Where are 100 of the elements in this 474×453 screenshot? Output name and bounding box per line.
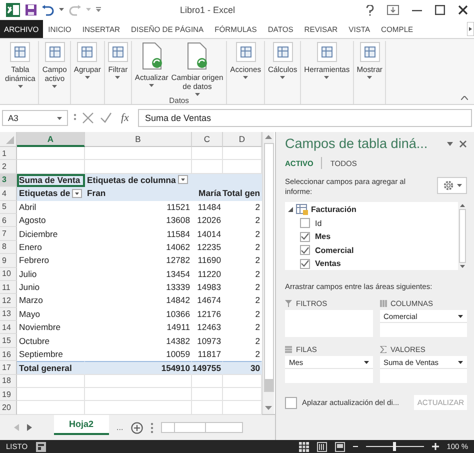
row-header[interactable]: 13 bbox=[0, 308, 17, 322]
expander-icon[interactable] bbox=[288, 207, 293, 212]
table-cell: 11484 bbox=[192, 200, 223, 214]
row-header[interactable]: 11 bbox=[0, 280, 17, 294]
checkbox[interactable] bbox=[300, 218, 310, 228]
normal-view-icon[interactable] bbox=[298, 442, 309, 452]
table-cell bbox=[17, 388, 85, 402]
filter-dropdown-icon[interactable] bbox=[72, 188, 82, 198]
row-header[interactable]: 20 bbox=[0, 401, 17, 415]
zoom-in-icon[interactable] bbox=[432, 443, 439, 450]
settings-button[interactable] bbox=[437, 177, 467, 194]
row-header[interactable]: 15 bbox=[0, 334, 17, 348]
table-cell bbox=[17, 374, 85, 388]
row-header[interactable]: 14 bbox=[0, 321, 17, 334]
name-box[interactable]: A3 bbox=[2, 110, 68, 126]
insert-function-button[interactable]: fx bbox=[118, 112, 132, 124]
save-icon[interactable] bbox=[25, 4, 37, 16]
next-sheet-icon[interactable] bbox=[27, 424, 32, 431]
excel-logo-icon bbox=[6, 3, 20, 17]
undo-icon[interactable] bbox=[42, 4, 54, 16]
sum-icon bbox=[380, 346, 386, 353]
page-break-icon[interactable] bbox=[334, 442, 345, 452]
table-cell: 11584 bbox=[85, 227, 192, 241]
page-layout-icon[interactable] bbox=[316, 442, 327, 452]
table-cell: 13339 bbox=[85, 280, 192, 294]
ribbon-display-icon[interactable] bbox=[387, 5, 399, 15]
row-header[interactable]: 10 bbox=[0, 268, 17, 281]
table-cell: 12463 bbox=[192, 321, 223, 334]
caret-icon[interactable] bbox=[447, 142, 453, 146]
splitter-icon[interactable] bbox=[151, 422, 154, 432]
cancel-icon[interactable] bbox=[82, 112, 94, 124]
help-icon[interactable] bbox=[366, 4, 374, 16]
table-cell: Marzo bbox=[17, 294, 85, 308]
row-header[interactable]: 16 bbox=[0, 348, 17, 362]
table-cell: 11690 bbox=[192, 254, 223, 268]
table-cell: Enero bbox=[17, 240, 85, 254]
scrollbar-thumb[interactable] bbox=[459, 209, 466, 263]
field-item[interactable]: Mes bbox=[288, 230, 455, 244]
add-sheet-icon[interactable] bbox=[131, 422, 144, 434]
caret-icon bbox=[458, 360, 463, 364]
row-header[interactable]: 19 bbox=[0, 388, 17, 402]
row-header[interactable]: 4 bbox=[0, 187, 17, 201]
filter-dropdown-icon[interactable] bbox=[178, 175, 188, 184]
row-header[interactable]: 7 bbox=[0, 227, 17, 241]
table-cell: Octubre bbox=[17, 334, 85, 348]
sheet-tab[interactable]: Hoja2 bbox=[54, 415, 109, 435]
column-header[interactable]: D bbox=[223, 132, 262, 147]
enter-icon[interactable] bbox=[100, 112, 112, 124]
checkbox[interactable] bbox=[300, 232, 310, 242]
caret-icon bbox=[364, 360, 368, 364]
window-title: Libro1 - Excel bbox=[180, 5, 236, 15]
column-header[interactable]: A bbox=[17, 132, 85, 147]
formula-field[interactable]: Suma de Ventas bbox=[138, 109, 472, 127]
table-cell: 13608 bbox=[85, 214, 192, 228]
row-header[interactable]: 5 bbox=[0, 200, 17, 214]
scroll-down-icon[interactable] bbox=[265, 406, 272, 411]
scroll-down-icon[interactable] bbox=[460, 265, 465, 268]
field-item[interactable]: Id bbox=[288, 216, 455, 230]
table-cell bbox=[192, 147, 223, 160]
table-cell: 10366 bbox=[85, 308, 192, 322]
row-header[interactable]: 2 bbox=[0, 160, 17, 174]
table-cell: 14014 bbox=[192, 227, 223, 241]
table-icon bbox=[272, 42, 293, 62]
filter-icon bbox=[285, 300, 292, 307]
table-cell: 14062 bbox=[85, 240, 192, 254]
row-header[interactable]: 9 bbox=[0, 254, 17, 268]
column-header[interactable]: B bbox=[85, 132, 192, 147]
scrollbar-thumb[interactable] bbox=[264, 143, 274, 392]
row-header[interactable]: 12 bbox=[0, 294, 17, 308]
maximize-icon[interactable] bbox=[435, 5, 445, 15]
table-icon bbox=[108, 42, 128, 62]
row-header[interactable]: 18 bbox=[0, 374, 17, 388]
column-header[interactable]: C bbox=[192, 132, 223, 147]
more-sheets-button[interactable]: ... bbox=[116, 423, 124, 432]
table-cell: Mayo bbox=[17, 308, 85, 322]
field-item[interactable]: Comercial bbox=[288, 244, 455, 257]
row-header[interactable]: 6 bbox=[0, 214, 17, 228]
checkbox[interactable] bbox=[300, 258, 310, 269]
caret-icon bbox=[57, 116, 62, 120]
scroll-up-icon[interactable] bbox=[265, 135, 272, 140]
columns-icon bbox=[380, 300, 386, 307]
row-header[interactable]: 17 bbox=[0, 361, 17, 375]
row-header[interactable]: 8 bbox=[0, 240, 17, 254]
scroll-right-icon[interactable] bbox=[467, 22, 474, 36]
row-header[interactable]: 3 bbox=[0, 174, 17, 188]
close-icon[interactable] bbox=[458, 5, 468, 15]
table-cell: Total gen bbox=[223, 187, 262, 201]
scroll-up-icon[interactable] bbox=[460, 204, 465, 207]
table-cell: Abril bbox=[17, 200, 85, 214]
field-item[interactable]: Ventas bbox=[288, 257, 455, 270]
checkbox[interactable] bbox=[300, 245, 310, 256]
rows-icon bbox=[285, 346, 292, 353]
caret-icon[interactable] bbox=[59, 8, 64, 12]
table-cell: 12026 bbox=[192, 214, 223, 228]
customize-icon[interactable] bbox=[96, 7, 101, 13]
row-header[interactable]: 1 bbox=[0, 147, 17, 160]
horizontal-scrollbar[interactable] bbox=[161, 422, 244, 433]
macro-record-icon[interactable] bbox=[36, 442, 46, 452]
collapse-ribbon-icon[interactable] bbox=[461, 96, 468, 100]
table-cell: 14983 bbox=[192, 280, 223, 294]
